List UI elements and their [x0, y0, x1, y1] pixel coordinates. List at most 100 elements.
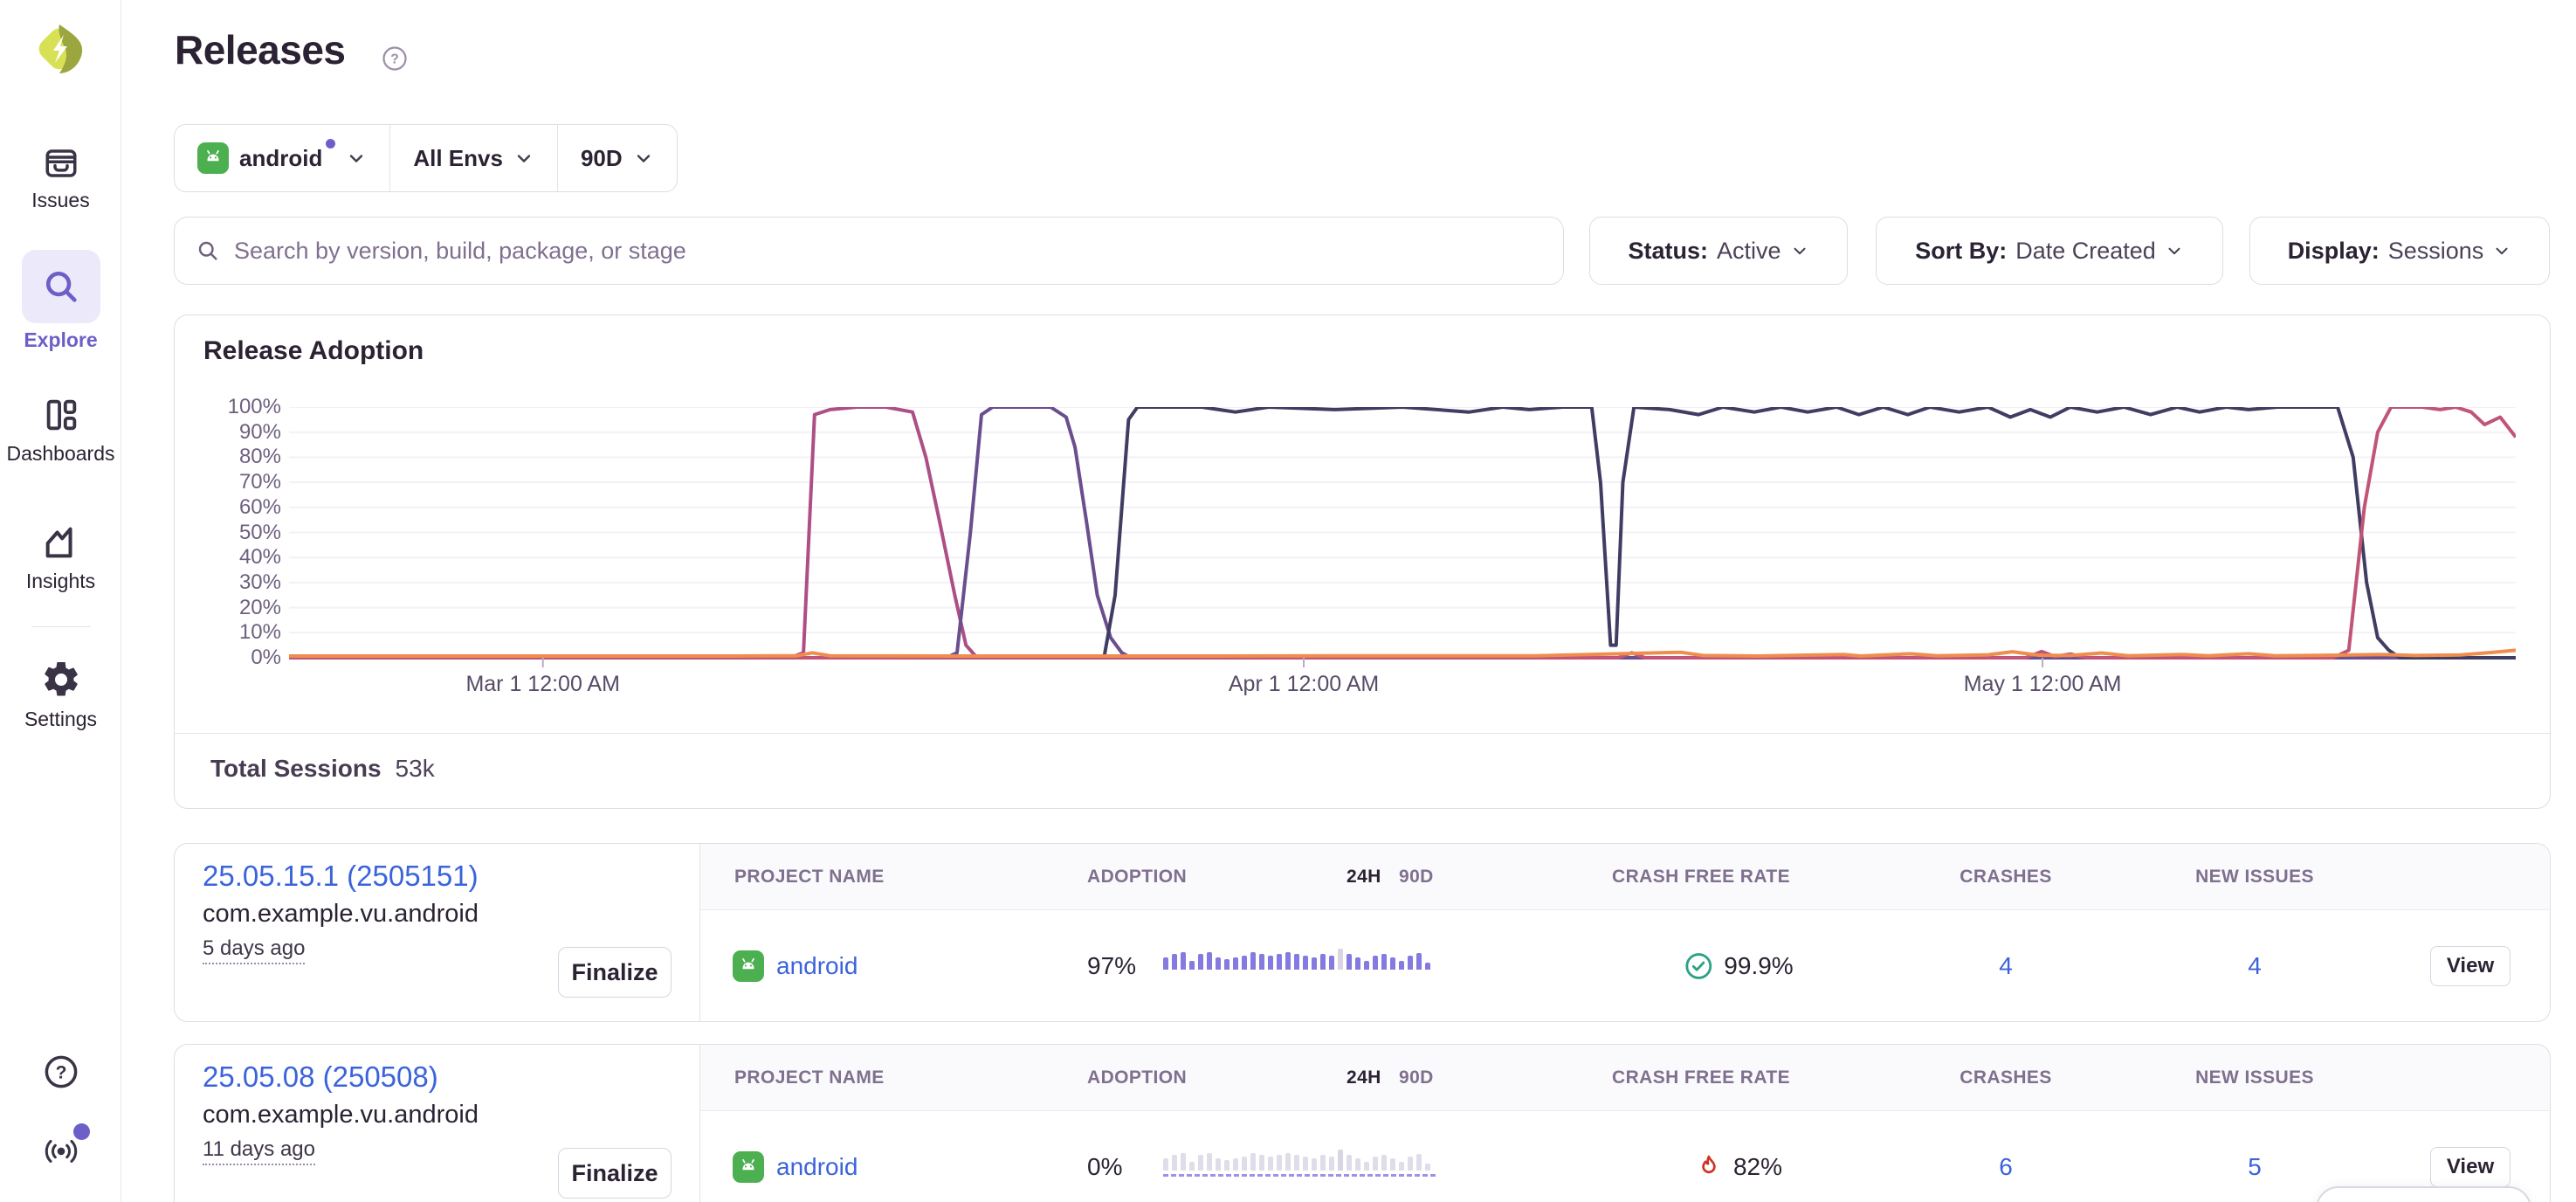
dashboards-icon [41, 395, 81, 435]
adoption-chart [289, 407, 2516, 669]
crashes-link[interactable]: 6 [1999, 1153, 2013, 1181]
chart-x-axis: Mar 1 12:00 AMApr 1 12:00 AMMay 1 12:00 … [289, 672, 2516, 703]
col-crashes: CRASHES [1960, 844, 2051, 910]
panel-divider [175, 733, 2550, 734]
page-title-help-icon[interactable]: ? [382, 45, 408, 72]
view-button[interactable]: View [2430, 1147, 2511, 1187]
sidebar-item-insights[interactable]: Insights [0, 522, 121, 593]
gear-icon [40, 659, 82, 701]
sidebar-item-issues[interactable]: Issues [0, 145, 121, 212]
page-filter-bar: android All Envs 90D [174, 124, 678, 192]
project-link[interactable]: android [776, 952, 858, 980]
adoption-value: 97% [1087, 952, 1136, 980]
project-cell: android [733, 950, 858, 982]
crash-free-cell: 82% [1695, 1153, 1782, 1181]
chevron-down-icon [1790, 241, 1809, 260]
adoption-sparkline [1163, 1146, 1436, 1171]
help-icon: ? [43, 1053, 79, 1090]
search-icon [196, 238, 220, 263]
new-issues-link[interactable]: 5 [2248, 1153, 2262, 1181]
release-search [174, 217, 1564, 285]
display-dropdown[interactable]: Display: Sessions [2249, 217, 2550, 285]
search-icon [41, 266, 81, 307]
floating-widget-partial[interactable] [2316, 1186, 2531, 1202]
chevron-down-icon [2492, 241, 2511, 260]
adoption-value: 0% [1087, 1153, 1122, 1181]
notification-dot [73, 1123, 90, 1140]
col-project-name: PROJECT NAME [734, 1045, 885, 1111]
whats-new-button[interactable] [0, 1130, 121, 1171]
help-button[interactable]: ? [0, 1053, 121, 1090]
col-adoption: ADOPTION [1087, 1045, 1187, 1111]
chart-y-axis: 0%10%20%30%40%50%60%70%80%90%100% [175, 407, 281, 658]
android-project-icon [733, 950, 764, 982]
release-age: 5 days ago [203, 936, 305, 964]
status-dropdown[interactable]: Status: Active [1589, 217, 1848, 285]
sidebar-item-explore[interactable] [22, 250, 100, 323]
sidebar-item-label: Dashboards [0, 442, 121, 466]
sidebar-item-label: Insights [0, 570, 121, 593]
project-cell: android [733, 1151, 858, 1183]
chevron-down-icon [633, 148, 654, 169]
android-project-icon [197, 142, 229, 174]
sort-by-dropdown[interactable]: Sort By: Date Created [1876, 217, 2223, 285]
release-card: 25.05.15.1 (2505151) com.example.vu.andr… [174, 843, 2551, 1022]
toggle-24h[interactable]: 24H [1347, 1045, 1381, 1111]
toggle-24h[interactable]: 24H [1347, 844, 1381, 910]
sidebar-item-dashboards[interactable]: Dashboards [0, 395, 121, 466]
release-adoption-panel: Release Adoption 0%10%20%30%40%50%60%70%… [174, 314, 2551, 809]
release-version-link[interactable]: 25.05.08 (250508) [203, 1060, 438, 1094]
check-circle-icon [1684, 951, 1713, 981]
environment-filter[interactable]: All Envs [389, 125, 557, 191]
total-sessions-row: Total Sessions 53k [210, 755, 435, 783]
sidebar-divider [31, 626, 91, 627]
finalize-button[interactable]: Finalize [558, 947, 672, 998]
sidebar-item-settings[interactable]: Settings [0, 659, 121, 731]
date-range-filter[interactable]: 90D [557, 125, 677, 191]
crash-free-value: 82% [1733, 1153, 1782, 1181]
project-filter[interactable]: android [175, 125, 389, 191]
adoption-sparkline [1163, 945, 1436, 970]
sidebar-item-label: Settings [0, 708, 121, 731]
col-new-issues: NEW ISSUES [2195, 844, 2314, 910]
project-filter-label: android [239, 145, 322, 172]
release-package: com.example.vu.android [203, 1101, 479, 1129]
chevron-down-icon [346, 148, 367, 169]
sidebar-item-explore-label[interactable]: Explore [0, 321, 121, 352]
new-issues-link[interactable]: 4 [2248, 952, 2262, 980]
finalize-button[interactable]: Finalize [558, 1148, 672, 1199]
col-adoption: ADOPTION [1087, 844, 1187, 910]
toggle-90d[interactable]: 90D [1399, 1045, 1434, 1111]
total-sessions-value: 53k [396, 755, 435, 783]
crash-free-value: 99.9% [1724, 952, 1793, 980]
release-age: 11 days ago [203, 1137, 315, 1165]
android-project-icon [733, 1151, 764, 1183]
sidebar-item-label: Issues [0, 189, 121, 212]
col-project-name: PROJECT NAME [734, 844, 885, 910]
svg-text:?: ? [390, 52, 399, 67]
page-title: Releases [175, 26, 346, 73]
release-version-link[interactable]: 25.05.15.1 (2505151) [203, 860, 479, 893]
issues-icon [43, 145, 79, 182]
project-notification-dot [326, 139, 335, 149]
adoption-chart-svg [289, 407, 2516, 669]
insights-icon [41, 522, 81, 563]
view-button[interactable]: View [2430, 946, 2511, 986]
crash-free-cell: 99.9% [1684, 951, 1793, 981]
chevron-down-icon [2165, 241, 2184, 260]
sentry-logo-icon[interactable] [31, 21, 87, 77]
toggle-90d[interactable]: 90D [1399, 844, 1434, 910]
fire-icon [1695, 1153, 1723, 1181]
col-new-issues: NEW ISSUES [2195, 1045, 2314, 1111]
project-link[interactable]: android [776, 1153, 858, 1181]
col-crashes: CRASHES [1960, 1045, 2051, 1111]
col-crash-free-rate: CRASH FREE RATE [1612, 1045, 1790, 1111]
total-sessions-label: Total Sessions [210, 755, 382, 783]
release-package: com.example.vu.android [203, 900, 479, 929]
search-input[interactable] [234, 238, 1542, 265]
crashes-link[interactable]: 4 [1999, 952, 2013, 980]
chevron-down-icon [513, 148, 534, 169]
environment-filter-label: All Envs [413, 145, 503, 172]
svg-text:?: ? [55, 1062, 66, 1082]
chart-title: Release Adoption [203, 336, 424, 366]
